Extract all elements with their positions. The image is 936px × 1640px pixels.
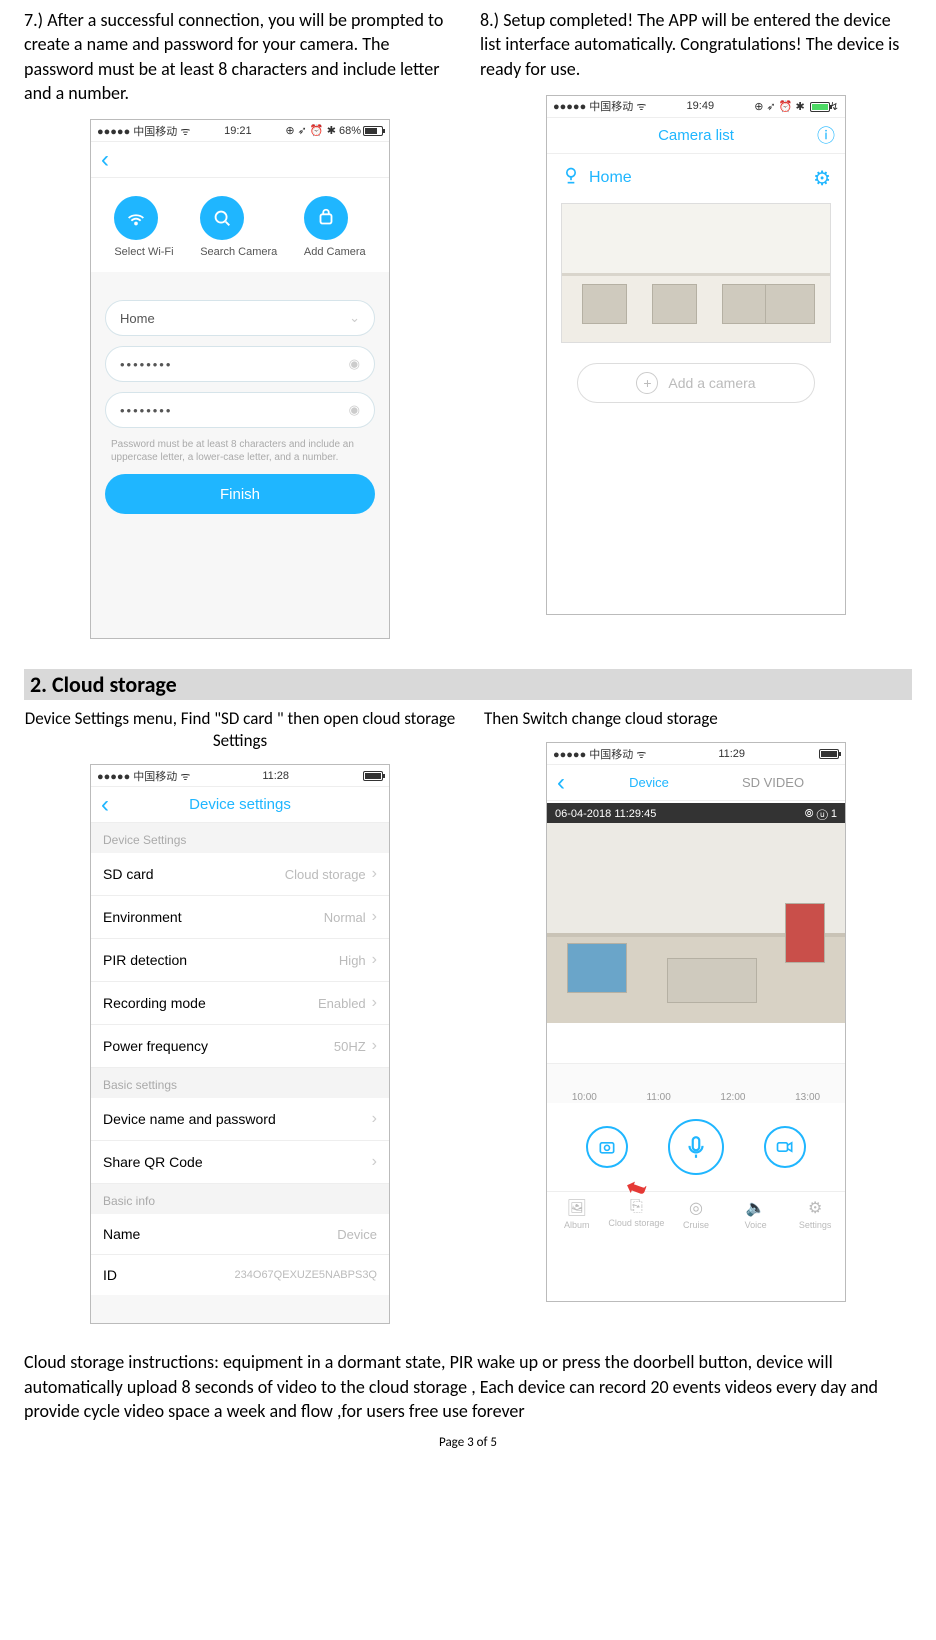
step-add: Add Camera (304, 196, 366, 258)
nav-bar: ‹ Device settings (91, 787, 389, 823)
chevron-right-icon: › (372, 908, 377, 926)
wifi-icon (114, 196, 158, 240)
row-pir[interactable]: PIR detectionHigh› (91, 939, 389, 982)
row-name-password[interactable]: Device name and password› (91, 1098, 389, 1141)
step8-text: 8.) Setup completed! The APP will be ent… (480, 8, 912, 81)
eye-icon[interactable]: ◉ (349, 356, 360, 372)
row-info-id: ID234O67QEXUZE5NABPS3Q (91, 1255, 389, 1295)
tab-cloud-storage[interactable]: ➦ ⎘Cloud storage (607, 1192, 667, 1238)
chevron-down-icon: ⌄ (349, 310, 360, 326)
caption-switch-cloud: Then Switch change cloud storage (480, 708, 912, 730)
caption-device-settings: Device Settings menu, Find "SD card " th… (24, 708, 456, 752)
nav-bar: ‹ (91, 142, 389, 178)
status-bar: ●●●●● 中国移动 ᯤ 11:28 (91, 765, 389, 787)
chevron-right-icon: › (372, 865, 377, 883)
setup-steps: Select Wi-Fi Search Camera Add Camera (91, 178, 389, 272)
password-input-1[interactable]: •••••••• ◉ (105, 346, 375, 382)
gear-icon[interactable]: ⚙ (813, 166, 831, 191)
bottom-tabs: 🖼Album ➦ ⎘Cloud storage ◎Cruise 🔈Voice ⚙… (547, 1191, 845, 1238)
camera-name: Home (589, 169, 632, 187)
chevron-right-icon: › (372, 951, 377, 969)
tab-sd-video[interactable]: SD VIDEO (711, 767, 835, 798)
tab-device[interactable]: Device (587, 767, 711, 798)
step7-text: 7.) After a successful connection, you w… (24, 8, 456, 105)
tab-album[interactable]: 🖼Album (547, 1192, 607, 1238)
tab-cruise[interactable]: ◎Cruise (666, 1192, 726, 1238)
info-icon[interactable]: ⓘ (817, 122, 835, 148)
video-overlay: 06-04-2018 11:29:45 ⦾ ⓤ 1 (547, 803, 845, 825)
camera-row[interactable]: Home ⚙ (547, 154, 845, 203)
settings-icon: ⚙ (785, 1198, 845, 1218)
group-header: Device Settings (91, 823, 389, 853)
page-footer: Page 3 of 5 (24, 1435, 912, 1450)
cruise-icon: ◎ (666, 1198, 726, 1218)
nav-bar: ‹ Device SD VIDEO (547, 765, 845, 801)
nav-title: Device settings (91, 796, 389, 813)
screenshot-device-settings: ●●●●● 中国移动 ᯤ 11:28 ‹ Device settings Dev… (90, 764, 390, 1324)
chevron-right-icon: › (372, 1037, 377, 1055)
chevron-right-icon: › (372, 1153, 377, 1171)
section-2-header: 2. Cloud storage (24, 669, 912, 700)
step-wifi: Select Wi-Fi (114, 196, 173, 258)
record-button[interactable] (764, 1126, 806, 1168)
camera-name-input[interactable]: Home ⌄ (105, 300, 375, 336)
camera-thumbnail[interactable] (561, 203, 831, 343)
screenshot-step7: ●●●●● 中国移动 ᯤ 19:21 ⊕ ➶ ⏰ ✱ 68% ‹ Select … (90, 119, 390, 639)
add-icon (304, 196, 348, 240)
mic-button[interactable] (668, 1119, 724, 1175)
row-info-name: NameDevice (91, 1214, 389, 1255)
plus-icon: + (636, 372, 658, 394)
row-share-qr[interactable]: Share QR Code› (91, 1141, 389, 1184)
album-icon: 🖼 (547, 1198, 607, 1218)
eye-icon[interactable]: ◉ (349, 402, 360, 418)
row-recording[interactable]: Recording modeEnabled› (91, 982, 389, 1025)
voice-icon: 🔈 (726, 1198, 786, 1218)
cloud-instructions: Cloud storage instructions: equipment in… (24, 1350, 912, 1423)
password-input-2[interactable]: •••••••• ◉ (105, 392, 375, 428)
camera-icon (561, 166, 581, 191)
group-header: Basic info (91, 1184, 389, 1214)
password-hint: Password must be at least 8 characters a… (111, 438, 369, 464)
snapshot-button[interactable] (586, 1126, 628, 1168)
step-search: Search Camera (200, 196, 277, 258)
finish-button[interactable]: Finish (105, 474, 375, 514)
row-sd-card[interactable]: SD cardCloud storage› (91, 853, 389, 896)
add-camera-button[interactable]: + Add a camera (577, 363, 815, 403)
nav-bar: Camera list ⓘ (547, 118, 845, 154)
tab-settings[interactable]: ⚙Settings (785, 1192, 845, 1238)
row-environment[interactable]: EnvironmentNormal› (91, 896, 389, 939)
tab-voice[interactable]: 🔈Voice (726, 1192, 786, 1238)
row-power-freq[interactable]: Power frequency50HZ› (91, 1025, 389, 1068)
screenshot-step8: ●●●●● 中国移动 ᯤ 19:49 ⊕ ➶ ⏰ ✱ ↯ Camera list… (546, 95, 846, 615)
group-header: Basic settings (91, 1068, 389, 1098)
live-video[interactable] (547, 823, 845, 1023)
back-icon[interactable]: ‹ (101, 146, 109, 174)
timeline[interactable]: 10:00 11:00 12:00 13:00 (547, 1063, 845, 1103)
chevron-right-icon: › (372, 994, 377, 1012)
status-bar: ●●●●● 中国移动 ᯤ 19:21 ⊕ ➶ ⏰ ✱ 68% (91, 120, 389, 142)
chevron-right-icon: › (372, 1110, 377, 1128)
status-bar: ●●●●● 中国移动 ᯤ 11:29 (547, 743, 845, 765)
screenshot-video-view: ●●●●● 中国移动 ᯤ 11:29 ‹ Device SD VIDEO 06-… (546, 742, 846, 1302)
nav-title: Camera list (547, 127, 845, 144)
search-icon (200, 196, 244, 240)
back-icon[interactable]: ‹ (547, 769, 565, 797)
status-bar: ●●●●● 中国移动 ᯤ 19:49 ⊕ ➶ ⏰ ✱ ↯ (547, 96, 845, 118)
